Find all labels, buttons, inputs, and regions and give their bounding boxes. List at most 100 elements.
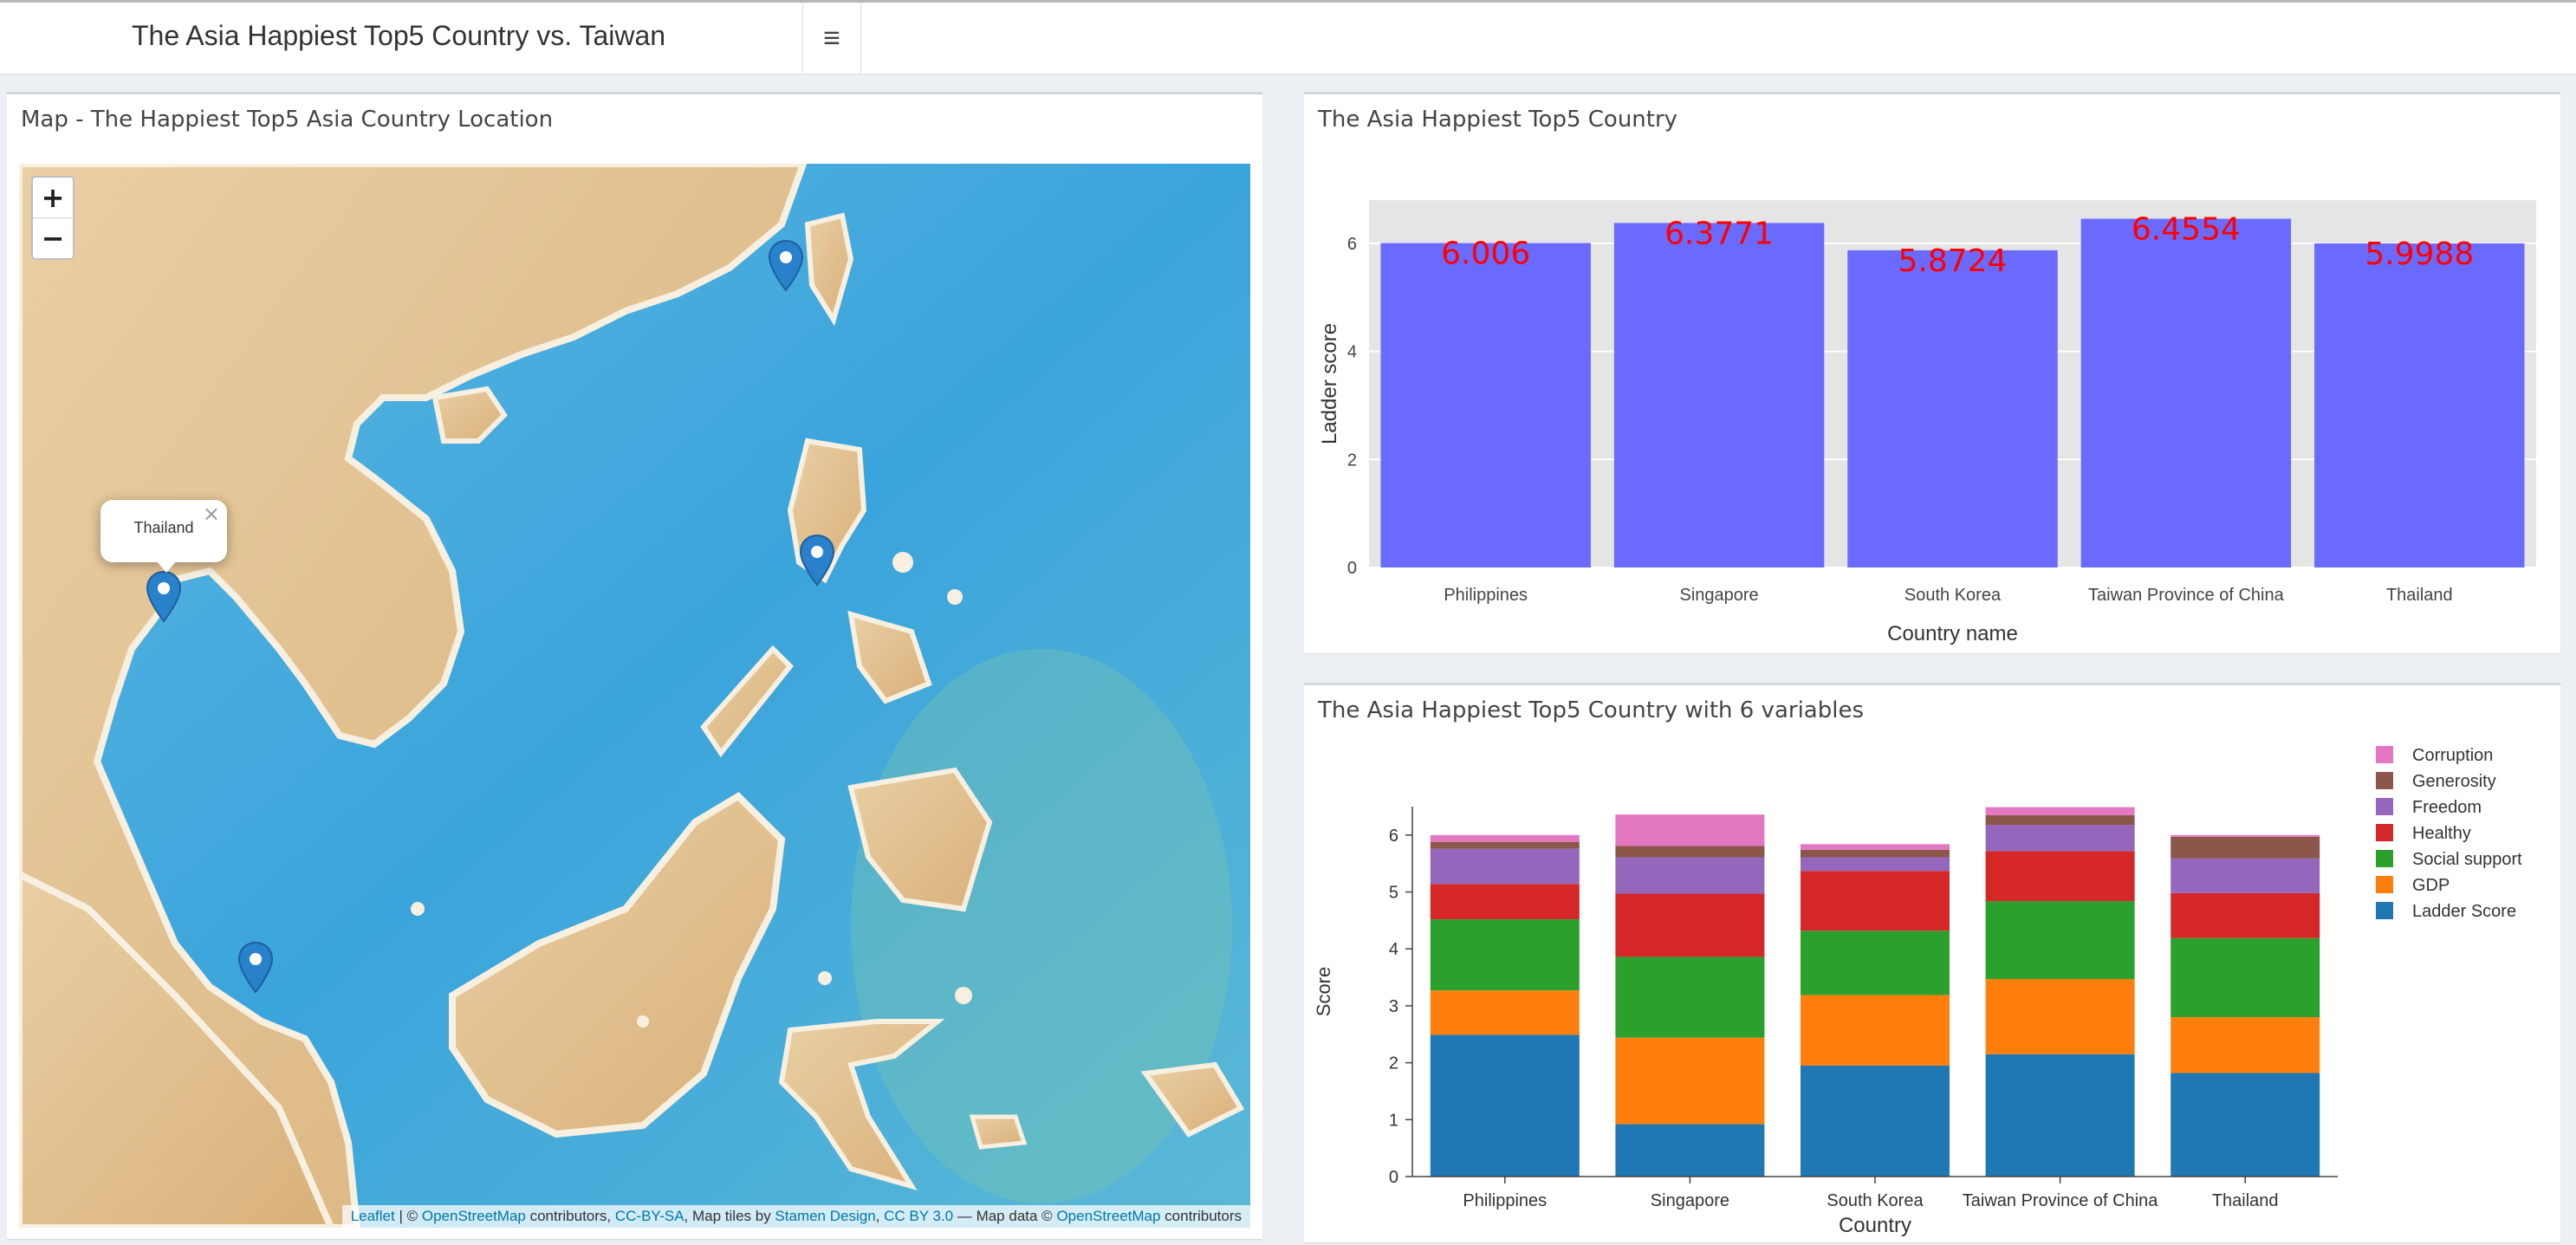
legend-swatch xyxy=(2376,798,2393,815)
map-marker-singapore[interactable] xyxy=(237,942,274,994)
legend-swatch xyxy=(2376,824,2393,841)
x-tick-label: Singapore xyxy=(1680,586,1759,605)
legend-swatch xyxy=(2376,772,2393,789)
map-canvas[interactable]: Thailand × + − Leaflet | © OpenStreetMap… xyxy=(19,164,1250,1228)
legend-label: Corruption xyxy=(2412,746,2493,765)
y-tick-label: 4 xyxy=(1347,343,1357,362)
legend-label: Social support xyxy=(2412,850,2522,869)
y-tick-label: 2 xyxy=(1347,451,1357,470)
bar xyxy=(1380,243,1591,567)
attribution-link-osm[interactable]: OpenStreetMap xyxy=(422,1208,526,1224)
y-tick-label: 5 xyxy=(1389,884,1398,903)
popup-tip xyxy=(156,561,177,573)
legend-label: GDP xyxy=(2412,876,2449,895)
y-tick-label: 6 xyxy=(1347,235,1357,254)
hamburger-icon[interactable]: ≡ xyxy=(803,3,861,74)
bar-value-label: 5.8724 xyxy=(1898,243,2008,279)
header-bar: The Asia Happiest Top5 Country vs. Taiwa… xyxy=(0,0,2576,75)
stacked-segment xyxy=(2170,836,2320,859)
y-tick-label: 4 xyxy=(1389,940,1398,959)
bar-chart-panel: The Asia Happiest Top5 Country 0 2 4 6 6.006… xyxy=(1304,92,2560,653)
map-panel-title: Map - The Happiest Top5 Asia Country Loc… xyxy=(21,107,554,133)
stacked-segment xyxy=(1430,848,1580,885)
legend-swatch xyxy=(2376,746,2393,763)
x-tick-label: Taiwan Province of China xyxy=(1963,1191,2159,1210)
map-marker-philippines[interactable] xyxy=(799,535,835,587)
y-tick-label: 2 xyxy=(1389,1054,1398,1073)
attribution-link-stamen[interactable]: Stamen Design xyxy=(775,1208,875,1224)
stacked-segment xyxy=(1801,995,1950,1066)
stacked-segment xyxy=(1615,1037,1765,1125)
legend-swatch xyxy=(2376,902,2393,919)
stacked-segment xyxy=(1985,807,2135,815)
stacked-segment xyxy=(1430,834,1580,842)
stacked-segment xyxy=(1985,814,2135,826)
map-marker-thailand[interactable] xyxy=(146,571,182,623)
map-panel: Map - The Happiest Top5 Asia Country Loc… xyxy=(7,92,1262,1239)
stacked-segment xyxy=(1985,851,2135,902)
map-marker-taiwan[interactable] xyxy=(768,240,804,292)
map-attribution: Leaflet | © OpenStreetMap contributors , … xyxy=(341,1205,1250,1228)
ladder-score-bar-chart[interactable]: 0 2 4 6 6.006 Philippines 6.3771 Singapore 5.872… xyxy=(1304,94,2560,656)
stacked-segment xyxy=(1430,884,1580,920)
attribution-link-ccby[interactable]: CC BY 3.0 xyxy=(884,1208,953,1224)
x-tick-label: Philippines xyxy=(1444,586,1528,605)
x-tick-label: South Korea xyxy=(1827,1191,1924,1210)
bar-value-label: 6.006 xyxy=(1441,237,1530,272)
stacked-segment xyxy=(1985,1054,2135,1177)
x-tick-label: Singapore xyxy=(1651,1191,1729,1210)
x-tick-label: Thailand xyxy=(2386,586,2453,605)
zoom-control: + − xyxy=(31,176,75,260)
stacked-segment xyxy=(1801,844,1950,850)
legend-swatch xyxy=(2376,876,2393,893)
attribution-link-leaflet[interactable]: Leaflet xyxy=(351,1208,395,1224)
stacked-segment xyxy=(1615,956,1765,1038)
bar-value-label: 6.3771 xyxy=(1664,216,1774,251)
bar-value-label: 5.9988 xyxy=(2365,237,2474,272)
stacked-segment xyxy=(1801,1065,1950,1177)
y-tick-label: 3 xyxy=(1389,997,1398,1016)
stacked-segment xyxy=(1430,919,1580,991)
stacked-segment xyxy=(1615,846,1765,858)
stacked-segment xyxy=(2170,1073,2320,1177)
y-tick-label: 0 xyxy=(1389,1168,1398,1187)
legend-label: Freedom xyxy=(2412,798,2482,817)
stacked-chart-panel: The Asia Happiest Top5 Country with 6 va… xyxy=(1304,683,2560,1242)
stacked-segment xyxy=(1985,825,2135,852)
x-tick-label: Taiwan Province of China xyxy=(2088,586,2285,605)
attribution-link-osm[interactable]: OpenStreetMap xyxy=(1056,1208,1160,1224)
attribution-link-ccbysa[interactable]: CC-BY-SA xyxy=(615,1208,685,1224)
variables-stacked-bar-chart[interactable]: 0 1 2 3 4 5 6 Philippines Singapore South Korea Ta… xyxy=(1304,685,2560,1245)
stacked-segment xyxy=(2170,892,2320,938)
x-axis-title: Country xyxy=(1839,1214,1911,1237)
stacked-segment xyxy=(1615,814,1765,846)
y-tick-label: 1 xyxy=(1389,1111,1398,1130)
stacked-segment xyxy=(1430,1034,1580,1177)
watercolor-map-tiles xyxy=(19,164,1250,1228)
bar xyxy=(2314,243,2525,567)
y-tick-label: 6 xyxy=(1389,827,1398,846)
stacked-segment xyxy=(1615,893,1765,957)
zoom-in-button[interactable]: + xyxy=(33,178,73,217)
stacked-segment xyxy=(1801,871,1950,931)
map-popup: Thailand × xyxy=(101,500,227,573)
bar xyxy=(2080,218,2292,567)
x-tick-label: Philippines xyxy=(1463,1191,1547,1210)
zoom-out-button[interactable]: − xyxy=(33,217,73,258)
stacked-segment xyxy=(2170,937,2320,1018)
bar xyxy=(1613,223,1825,567)
y-axis-title: Score xyxy=(1313,967,1334,1016)
attribution-text: | © xyxy=(394,1208,422,1224)
x-tick-label: South Korea xyxy=(1904,586,2002,605)
bar-value-label: 6.4554 xyxy=(2132,211,2241,247)
attribution-text: — Map data © xyxy=(953,1208,1057,1224)
stacked-segment xyxy=(1985,979,2135,1054)
legend-label: Healthy xyxy=(2412,824,2471,843)
x-axis-title: Country name xyxy=(1887,622,2018,645)
stacked-segment xyxy=(1615,1124,1765,1177)
close-icon[interactable]: × xyxy=(203,502,220,526)
legend-swatch xyxy=(2376,850,2393,867)
legend-label: Generosity xyxy=(2412,772,2496,791)
stacked-segment xyxy=(1430,990,1580,1035)
legend-label: Ladder Score xyxy=(2412,902,2516,921)
